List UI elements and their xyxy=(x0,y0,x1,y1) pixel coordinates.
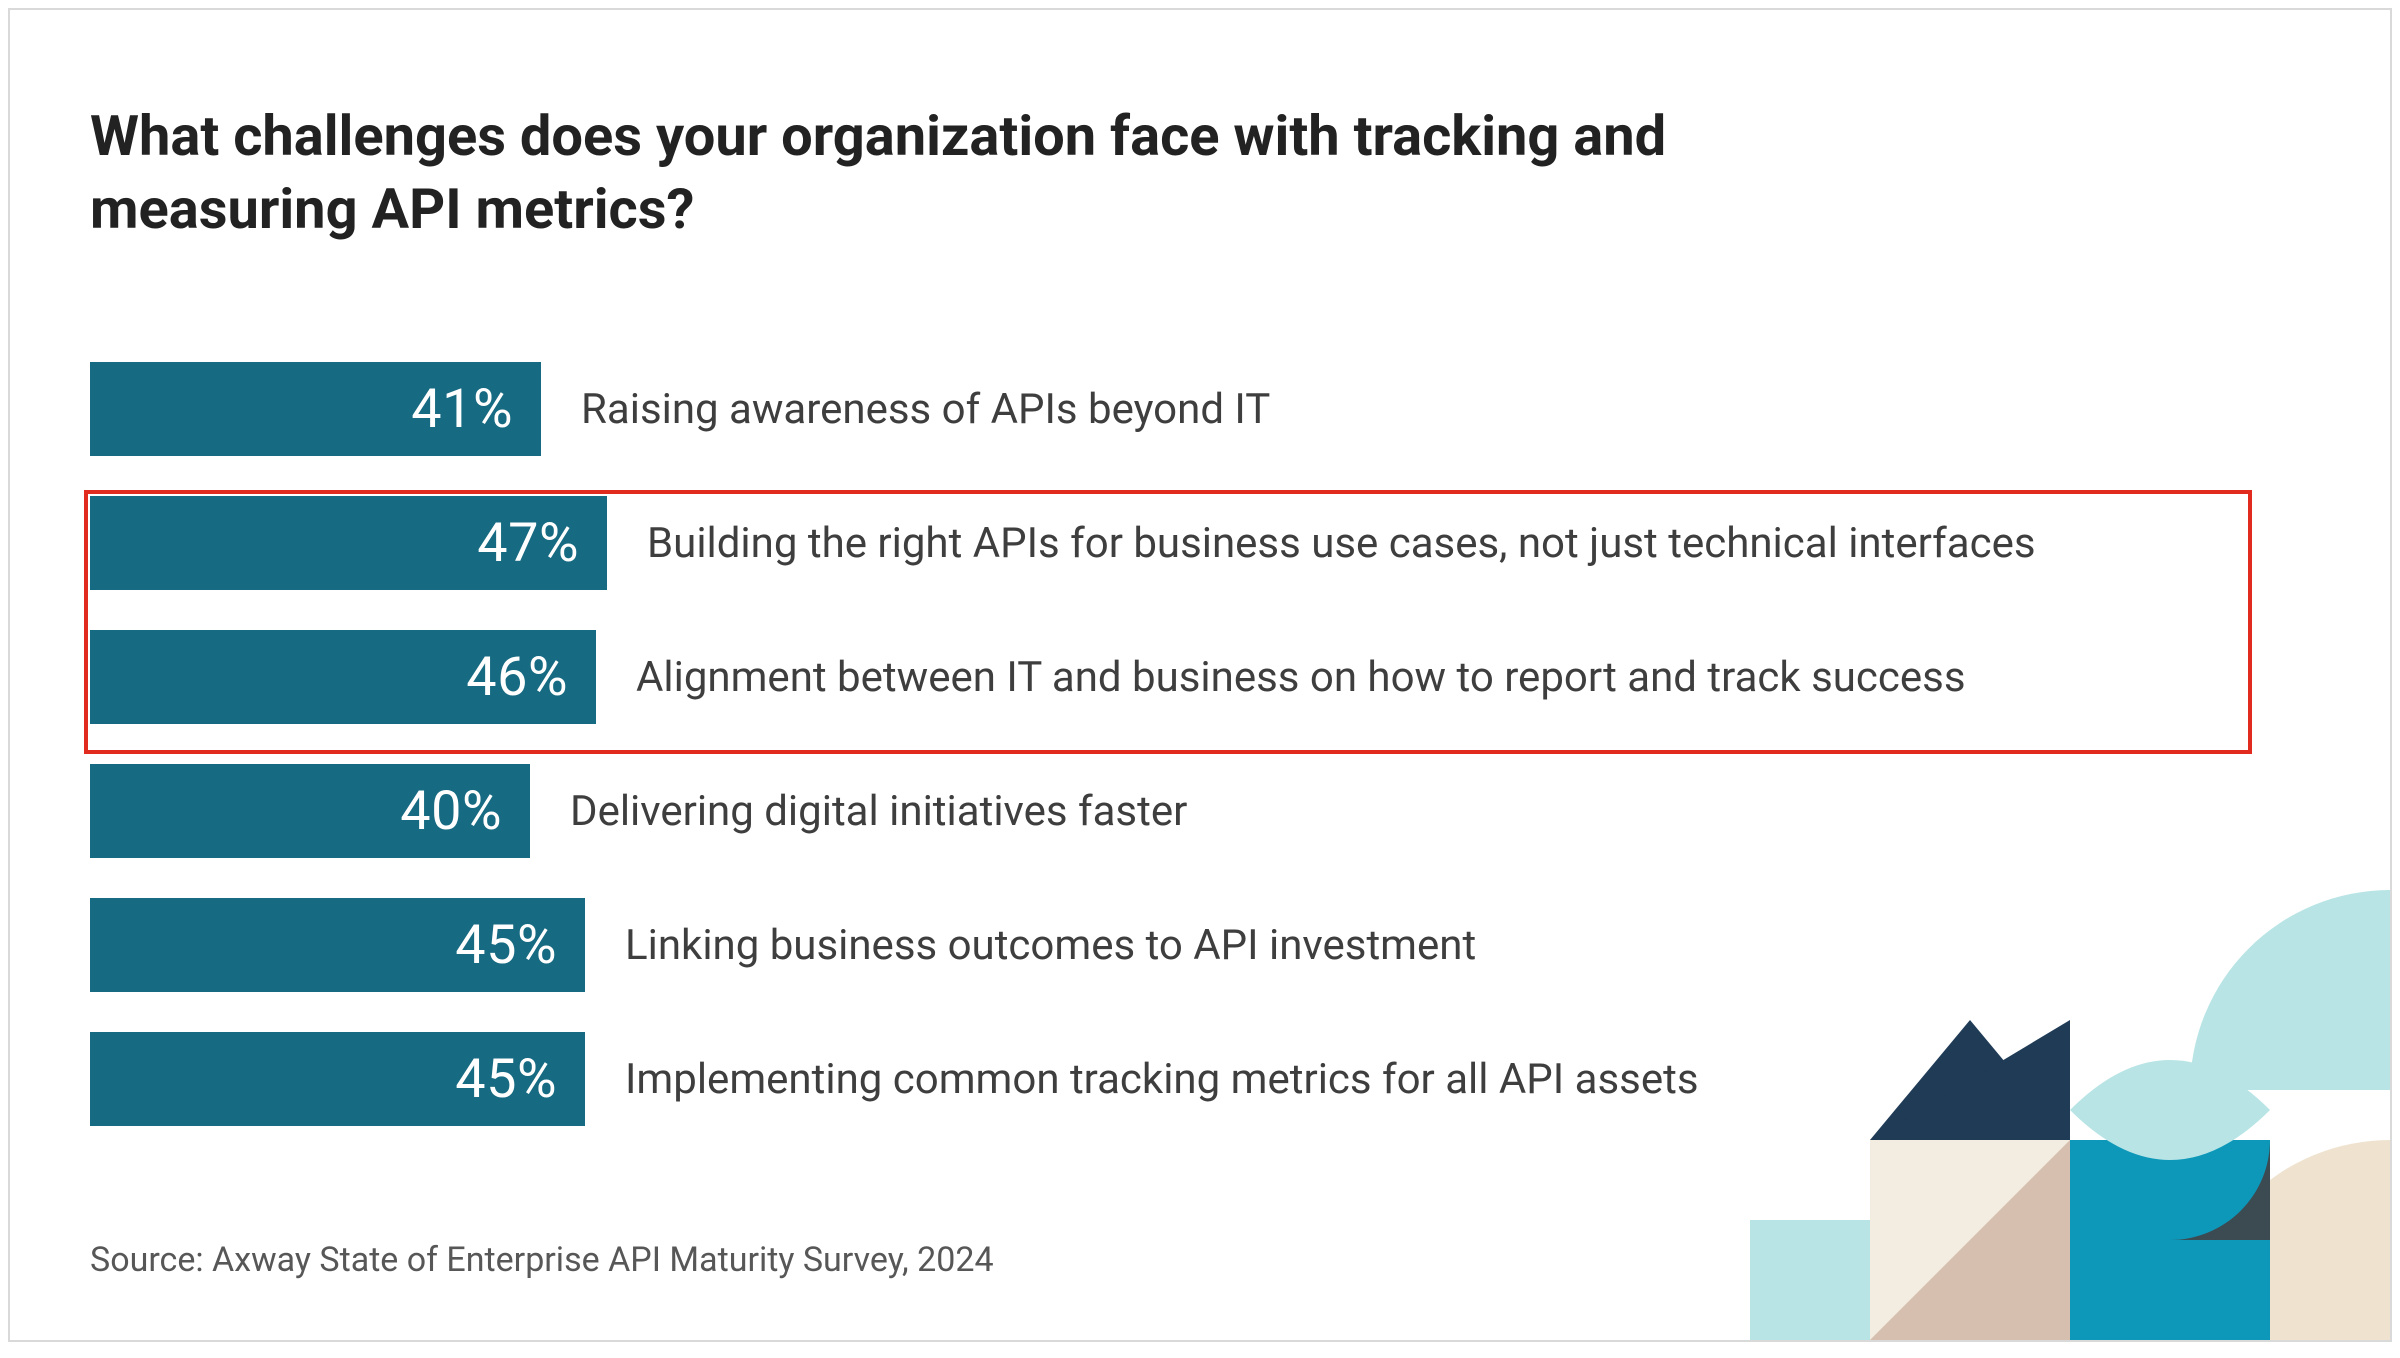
bar-value-label: 45% xyxy=(455,914,557,977)
bar-row: 45% Implementing common tracking metrics … xyxy=(90,1020,2290,1138)
bar-row: 46% Alignment between IT and business on … xyxy=(90,618,2290,736)
bar-value-label: 41% xyxy=(411,378,513,441)
bar-category-label: Alignment between IT and business on how… xyxy=(636,618,1966,736)
bar-value-label: 46% xyxy=(466,646,568,709)
bar: 41% xyxy=(90,362,541,456)
bar-category-label: Linking business outcomes to API investm… xyxy=(625,886,1476,1004)
bar-category-label: Implementing common tracking metrics for… xyxy=(625,1020,1699,1138)
bar-value-label: 45% xyxy=(455,1048,557,1111)
bar-row: 47% Building the right APIs for business … xyxy=(90,484,2290,602)
bar: 45% xyxy=(90,898,585,992)
chart-title: What challenges does your organization f… xyxy=(90,100,1790,246)
source-citation: Source: Axway State of Enterprise API Ma… xyxy=(90,1240,994,1280)
bar-category-label: Raising awareness of APIs beyond IT xyxy=(581,350,1270,468)
bar-value-label: 40% xyxy=(400,780,502,843)
bar-value-label: 47% xyxy=(477,512,579,575)
bar: 46% xyxy=(90,630,596,724)
bar-category-label: Delivering digital initiatives faster xyxy=(570,752,1187,870)
bar-chart: 41%Raising awareness of APIs beyond IT47… xyxy=(90,350,2290,1154)
chart-card: What challenges does your organization f… xyxy=(8,8,2392,1342)
bar: 40% xyxy=(90,764,530,858)
bar-category-label: Building the right APIs for business use… xyxy=(647,484,2036,602)
bar-row: 41% Raising awareness of APIs beyond IT xyxy=(90,350,2290,468)
bar: 47% xyxy=(90,496,607,590)
bar: 45% xyxy=(90,1032,585,1126)
bar-row: 45% Linking business outcomes to API inve… xyxy=(90,886,2290,1004)
bar-row: 40% Delivering digital initiatives faster xyxy=(90,752,2290,870)
